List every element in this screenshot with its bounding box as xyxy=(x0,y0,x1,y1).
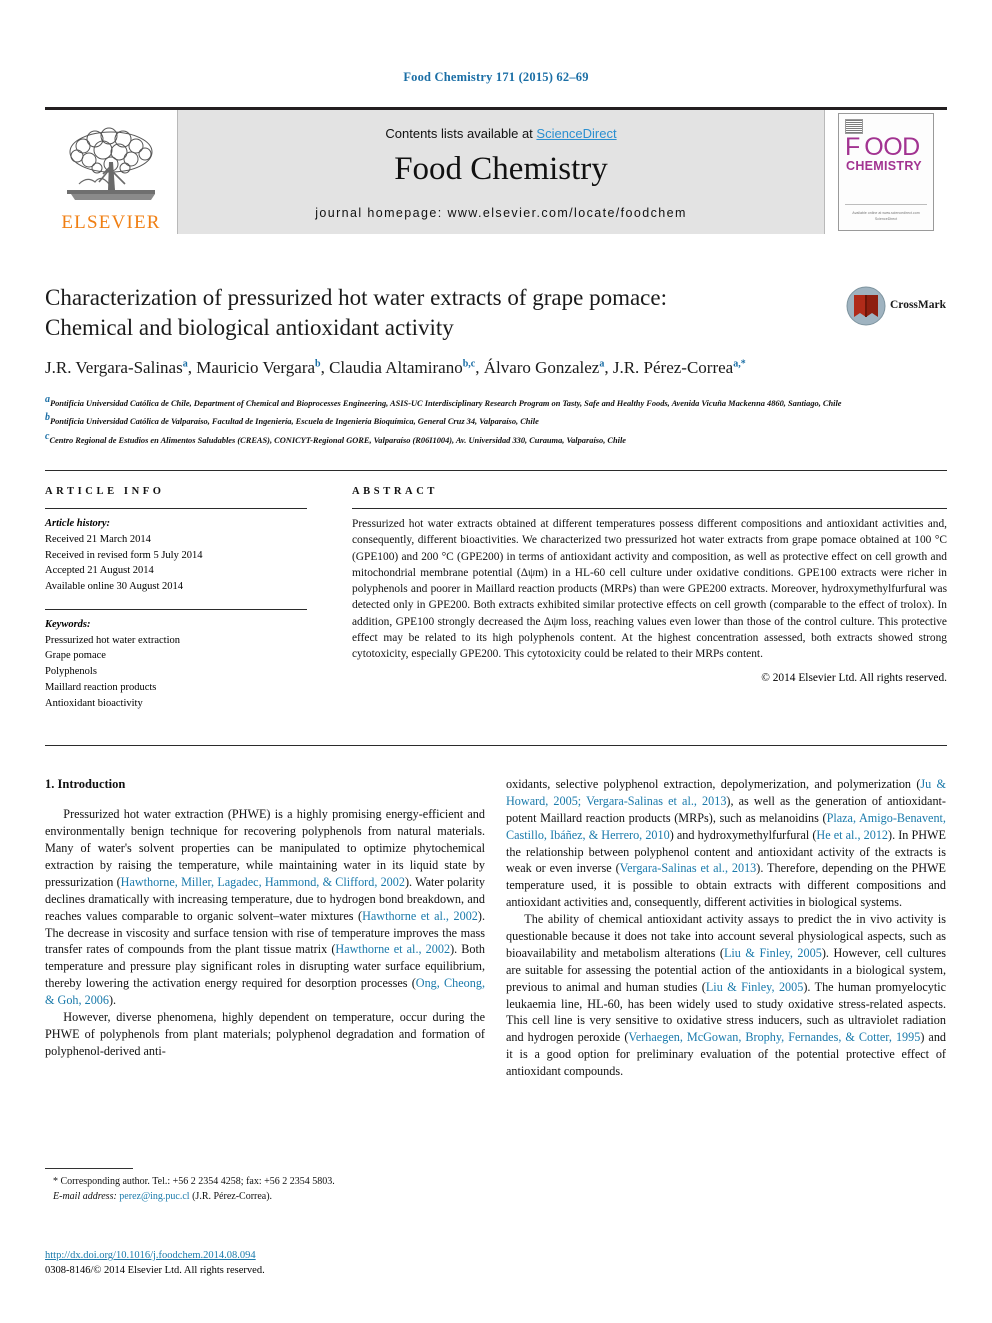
affiliation-item: cCentro Regional de Estudios en Alimento… xyxy=(45,429,947,447)
affiliation-text: Pontificia Universidad Católica de Valpa… xyxy=(50,417,539,427)
intro-paragraph-2: However, diverse phenomena, highly depen… xyxy=(45,1010,485,1058)
affiliation-list: aPontificia Universidad Católica de Chil… xyxy=(45,392,947,447)
running-head: Food Chemistry 171 (2015) 62–69 xyxy=(403,70,589,84)
info-band-top-rule xyxy=(45,470,947,471)
intro-r1-text-c: ) and hydroxymethylfurfural ( xyxy=(669,827,817,842)
cover-divider xyxy=(845,204,927,205)
article-history-item: Accepted 21 August 2014 xyxy=(45,565,154,577)
abstract-column: ABSTRACT Pressurized hot water extracts … xyxy=(352,486,947,684)
citation-link[interactable]: Verhaegen, McGowan, Brophy, Fernandes, &… xyxy=(628,1030,920,1044)
keyword-item: Grape pomace xyxy=(45,650,106,662)
journal-homepage-line[interactable]: journal homepage: www.elsevier.com/locat… xyxy=(178,206,824,220)
body-column-left: 1. Introduction Pressurized hot water ex… xyxy=(45,776,485,1060)
author-affil-mark: a xyxy=(182,358,188,370)
article-info-column: ARTICLE INFO Article history: Received 2… xyxy=(45,486,307,711)
article-title-line2: Chemical and biological antioxidant acti… xyxy=(45,314,454,340)
imprint-block: http://dx.doi.org/10.1016/j.foodchem.201… xyxy=(45,1248,485,1278)
author-name: Mauricio Vergara xyxy=(196,357,316,377)
article-page: Food Chemistry 171 (2015) 62–69 ELSEVIER… xyxy=(0,0,992,1323)
affiliation-item: aPontificia Universidad Católica de Chil… xyxy=(45,392,947,410)
citation-link[interactable]: Vergara-Salinas et al., 2013 xyxy=(620,861,757,875)
article-history-item: Available online 30 August 2014 xyxy=(45,581,184,592)
footnote-rule xyxy=(45,1168,133,1169)
info-band-bottom-rule xyxy=(45,745,947,746)
email-label: E-mail address: xyxy=(53,1191,117,1202)
elsevier-logo: ELSEVIER xyxy=(45,110,177,234)
article-info-heading: ARTICLE INFO xyxy=(45,486,165,497)
title-block: Characterization of pressurized hot wate… xyxy=(45,283,845,379)
keywords-label: Keywords: xyxy=(45,618,91,630)
cover-food-text: F OOD xyxy=(845,133,920,161)
elsevier-wordmark: ELSEVIER xyxy=(61,212,161,233)
article-history-item: Received 21 March 2014 xyxy=(45,533,151,545)
doi-link[interactable]: http://dx.doi.org/10.1016/j.foodchem.201… xyxy=(45,1250,256,1261)
author: Mauricio Vergarab xyxy=(196,358,320,377)
contents-available-line: Contents lists available at ScienceDirec… xyxy=(178,126,824,141)
intro-paragraph-3: The ability of chemical antioxidant acti… xyxy=(506,911,946,1080)
corresponding-author-note: * Corresponding author. Tel.: +56 2 2354… xyxy=(53,1176,335,1187)
affiliation-text: Centro Regional de Estudios en Alimentos… xyxy=(49,435,627,445)
email-owner: (J.R. Pérez-Correa). xyxy=(192,1191,273,1202)
crossmark-icon[interactable] xyxy=(846,286,886,326)
article-history-label: Article history: xyxy=(45,518,111,529)
journal-cover-thumbnail: F OOD CHEMISTRY Available online at www.… xyxy=(825,110,947,234)
masthead-center: Contents lists available at ScienceDirec… xyxy=(177,110,825,234)
sciencedirect-link[interactable]: ScienceDirect xyxy=(536,126,616,141)
elsevier-tree-icon xyxy=(67,127,155,200)
abstract-text: Pressurized hot water extracts obtained … xyxy=(352,518,947,661)
cover-footer: Available online at www.sciencedirect.co… xyxy=(839,210,933,222)
author: J.R. Pérez-Correaa,* xyxy=(613,358,746,377)
email-note: E-mail address: perez@ing.puc.cl (J.R. P… xyxy=(45,1189,485,1204)
author-affil-mark: a,* xyxy=(733,358,746,370)
journal-title: Food Chemistry xyxy=(394,151,608,187)
section-heading-introduction: 1. Introduction xyxy=(45,777,126,791)
cover-chemistry-text: CHEMISTRY xyxy=(846,159,922,173)
cover-elsevier-mark xyxy=(845,119,863,134)
abstract-rule xyxy=(352,508,947,509)
intro-r1-text-a: oxidants, selective polyphenol extractio… xyxy=(506,777,921,791)
affiliation-item: bPontificia Universidad Católica de Valp… xyxy=(45,410,947,428)
keyword-item: Antioxidant bioactivity xyxy=(45,697,143,709)
intro-paragraph-1-cont: oxidants, selective polyphenol extractio… xyxy=(506,776,946,911)
author-affil-mark: a xyxy=(599,358,605,370)
author: Álvaro Gonzaleza xyxy=(484,358,605,377)
intro-paragraph-1: Pressurized hot water extraction (PHWE) … xyxy=(45,806,485,1009)
email-link[interactable]: perez@ing.puc.cl xyxy=(119,1191,189,1202)
affiliation-text: Pontificia Universidad Católica de Chile… xyxy=(50,398,842,408)
author-name: Claudia Altamirano xyxy=(329,357,463,377)
article-title: Characterization of pressurized hot wate… xyxy=(45,283,845,343)
issn-copyright-line: 0308-8146/© 2014 Elsevier Ltd. All right… xyxy=(45,1265,265,1277)
author: J.R. Vergara-Salinasa xyxy=(45,358,188,377)
author: Claudia Altamiranob,c xyxy=(329,358,475,377)
keyword-item: Pressurized hot water extraction xyxy=(45,634,180,646)
journal-masthead: ELSEVIER Contents lists available at Sci… xyxy=(45,107,947,234)
citation-link[interactable]: Hawthorne et al., 2002 xyxy=(335,942,450,956)
citation-link[interactable]: Liu & Finley, 2005 xyxy=(724,946,822,960)
article-info-rule xyxy=(45,508,307,509)
author-name: J.R. Pérez-Correa xyxy=(612,357,734,377)
keyword-item: Maillard reaction products xyxy=(45,681,157,693)
body-column-right: oxidants, selective polyphenol extractio… xyxy=(506,776,946,1080)
keywords-rule xyxy=(45,608,307,610)
citation-link[interactable]: Hawthorne, Miller, Lagadec, Hammond, & C… xyxy=(121,875,405,889)
article-title-line1: Characterization of pressurized hot wate… xyxy=(45,285,667,310)
author-list: J.R. Vergara-Salinasa, Mauricio Vergarab… xyxy=(45,357,746,377)
abstract-copyright: © 2014 Elsevier Ltd. All rights reserved… xyxy=(761,671,947,684)
citation-link[interactable]: He et al., 2012 xyxy=(816,828,888,842)
keyword-item: Polyphenols xyxy=(45,666,97,677)
citation-link[interactable]: Hawthorne et al., 2002 xyxy=(362,909,478,923)
footnote-block: * Corresponding author. Tel.: +56 2 2354… xyxy=(45,1174,485,1204)
crossmark-label: CrossMark xyxy=(890,299,947,311)
crossmark-badge[interactable]: CrossMark xyxy=(846,286,946,332)
author-affil-mark: b xyxy=(315,358,321,370)
intro-p1-text-e: ). xyxy=(108,993,117,1008)
author-affil-mark: b,c xyxy=(462,358,476,370)
contents-prefix: Contents lists available at xyxy=(385,126,537,141)
author-name: J.R. Vergara-Salinas xyxy=(45,357,183,377)
citation-link[interactable]: Liu & Finley, 2005 xyxy=(706,980,803,994)
author-name: Álvaro Gonzalez xyxy=(483,357,600,377)
cover-footer-line2: ScienceDirect xyxy=(874,217,898,222)
article-history-item: Received in revised form 5 July 2014 xyxy=(45,549,203,561)
abstract-heading: ABSTRACT xyxy=(352,486,438,497)
